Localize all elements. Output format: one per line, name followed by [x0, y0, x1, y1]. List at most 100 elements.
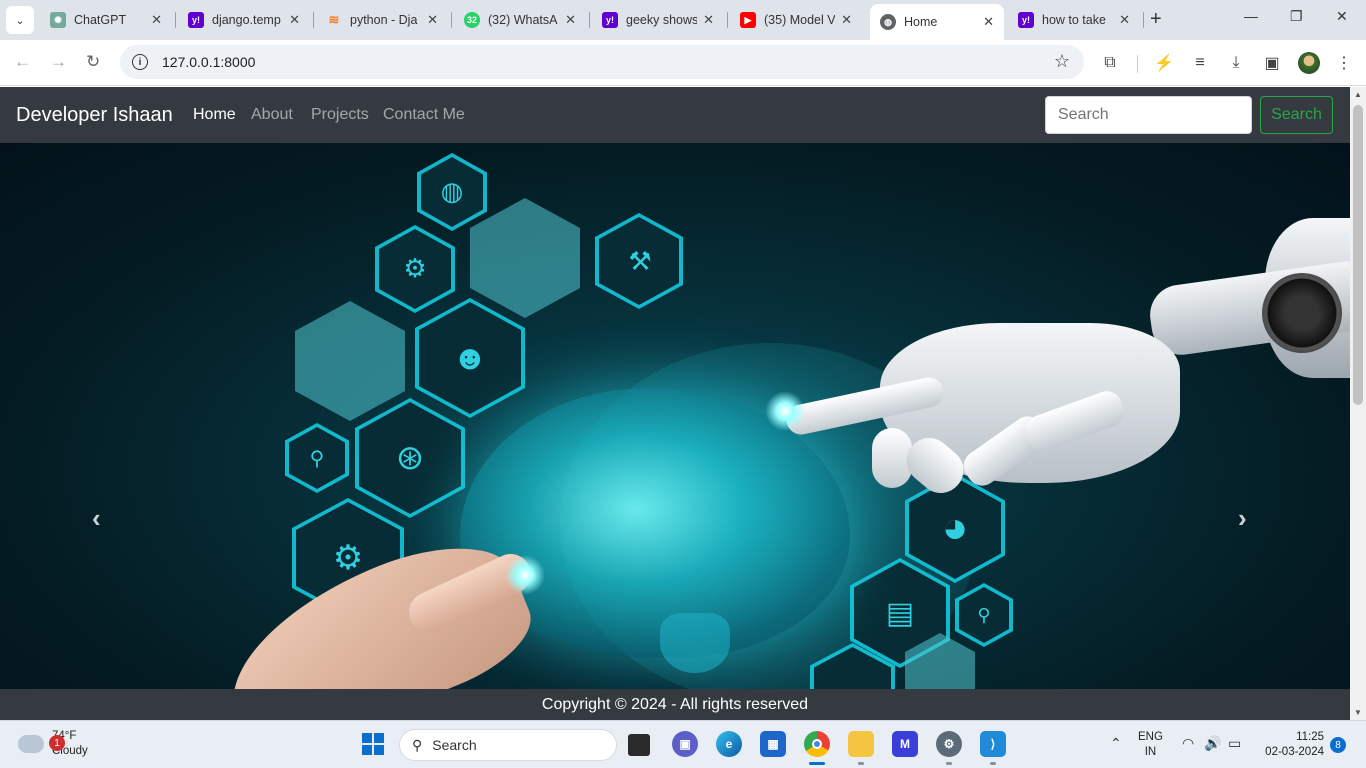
tab-title: geeky shows [626, 13, 698, 27]
pycharm-icon[interactable]: M [892, 731, 918, 757]
task-view-icon[interactable] [628, 734, 650, 756]
media-control-icon[interactable]: ≡ [1190, 53, 1210, 73]
wifi-icon[interactable]: ◠ [1182, 735, 1194, 752]
tab-title: ChatGPT [74, 13, 127, 27]
tab-youtube[interactable]: ▶ (35) Model V ✕ [730, 6, 862, 34]
hexagon-decoration [470, 198, 580, 318]
scroll-down-icon[interactable]: ▼ [1354, 708, 1362, 717]
minimize-icon[interactable]: — [1244, 8, 1258, 24]
close-icon[interactable]: ✕ [1119, 12, 1130, 28]
globe-icon: ◍ [880, 14, 896, 30]
scroll-thumb[interactable] [1353, 105, 1363, 405]
close-icon[interactable]: ✕ [151, 12, 162, 28]
menu-dots-icon[interactable]: ⋮ [1334, 53, 1354, 73]
teams-chat-icon[interactable]: ▣ [672, 731, 698, 757]
nav-about[interactable]: About [251, 106, 293, 124]
magnifier-gears-icon: ⚲ [309, 447, 325, 470]
close-icon[interactable]: ✕ [427, 12, 438, 28]
tab-stackoverflow[interactable]: ≋ python - Dja ✕ [316, 6, 448, 34]
address-bar[interactable]: i 127.0.0.1:8000 ☆ [120, 45, 1084, 79]
browser-toolbar: ← → ↻ i 127.0.0.1:8000 ☆ ⧉ ⚡ ≡ ⤓ ▣ ⋮ [0, 40, 1366, 86]
tab-django[interactable]: y! django.temp ✕ [178, 6, 310, 34]
tab-whatsapp[interactable]: 32 (32) WhatsA ✕ [454, 6, 586, 34]
forward-icon[interactable]: → [50, 52, 67, 72]
yahoo-icon: y! [188, 12, 204, 28]
clock[interactable]: 11:25 02-03-2024 [1258, 730, 1324, 760]
yahoo-icon: y! [602, 12, 618, 28]
tab-chatgpt[interactable]: ✺ ChatGPT ✕ [40, 6, 172, 34]
chevron-up-icon[interactable]: ⌃ [1110, 735, 1122, 752]
windows-taskbar: 1 74°F Cloudy ⚲ Search ▣ e ▦ M ⚙ ⟩ ⌃ ENG… [0, 720, 1366, 768]
scroll-up-icon[interactable]: ▲ [1354, 90, 1362, 99]
download-icon[interactable]: ⤓ [1226, 53, 1246, 73]
close-window-icon[interactable]: ✕ [1336, 8, 1348, 25]
notification-badge[interactable]: 8 [1330, 737, 1346, 753]
profile-avatar[interactable] [1298, 52, 1320, 74]
tab-how-to-take[interactable]: y! how to take ✕ [1008, 6, 1140, 34]
battery-icon[interactable]: ▭ [1228, 735, 1241, 752]
site-navbar: Developer Ishaan Home About Projects Con… [0, 87, 1350, 143]
edge-icon[interactable]: e [716, 731, 742, 757]
extensions-icon[interactable]: ⧉ [1100, 53, 1120, 73]
cloud-icon [18, 735, 44, 753]
glow-spark [505, 555, 545, 595]
youtube-icon: ▶ [740, 12, 756, 28]
browser-tab-strip: ⌄ ✺ ChatGPT ✕ y! django.temp ✕ ≋ python … [0, 0, 1366, 40]
vscode-icon[interactable]: ⟩ [980, 731, 1006, 757]
side-panel-icon[interactable]: ▣ [1262, 53, 1282, 73]
search-icon: ⚲ [412, 736, 423, 753]
close-icon[interactable]: ✕ [841, 12, 852, 28]
windows-start-icon[interactable] [362, 733, 384, 755]
hexagon-decoration [295, 301, 405, 421]
search-input[interactable] [1045, 96, 1252, 134]
bookmark-star-icon[interactable]: ☆ [1054, 51, 1070, 72]
nav-contact[interactable]: Contact Me [383, 106, 465, 124]
chatgpt-icon: ✺ [50, 12, 66, 28]
carousel-next-icon[interactable]: › [1238, 503, 1247, 534]
globe-icon: ◍ [440, 175, 464, 206]
head-gears-icon: ☻ [452, 338, 488, 377]
taskbar-search-label: Search [432, 737, 477, 753]
performance-icon[interactable]: ⚡ [1154, 53, 1174, 73]
tab-title: python - Dja [350, 13, 418, 27]
taskbar-search[interactable]: ⚲ Search [399, 729, 617, 761]
close-icon[interactable]: ✕ [289, 12, 300, 28]
close-icon[interactable]: ✕ [703, 12, 714, 28]
weather-widget[interactable]: 1 74°F Cloudy [18, 729, 88, 759]
reload-icon[interactable]: ↻ [86, 52, 100, 72]
restore-icon[interactable]: ❐ [1290, 8, 1303, 25]
glow-spark [765, 391, 805, 431]
tab-geeky-shows[interactable]: y! geeky shows ✕ [592, 6, 724, 34]
tab-title: (35) Model V [764, 13, 836, 27]
back-icon[interactable]: ← [14, 52, 31, 72]
store-icon[interactable]: ▦ [760, 731, 786, 757]
settings-gear-icon[interactable]: ⚙ [936, 731, 962, 757]
gears-icon: ⚙ [403, 252, 427, 283]
tab-title: django.temp [212, 13, 281, 27]
volume-icon[interactable]: 🔊 [1204, 735, 1221, 752]
analytics-magnifier-icon: ⚲ [977, 604, 991, 625]
new-tab-button[interactable]: + [1150, 8, 1162, 31]
chrome-icon[interactable] [804, 731, 830, 757]
nav-home[interactable]: Home [193, 106, 236, 124]
carousel-prev-icon[interactable]: ‹ [92, 503, 101, 534]
tab-title: how to take [1042, 13, 1106, 27]
pie-chart-icon: ◕ [941, 503, 969, 552]
dashboard-icon: ▤ [885, 596, 915, 630]
robot-head-icon: ⊛ [395, 439, 425, 477]
tab-home[interactable]: ◍ Home ✕ [870, 4, 1004, 40]
hero-carousel: ☻ ⊛ ⚙ ◍ ⚒ ⚲ ⚙ ◕ ▤ ⚲ ‹ › [0, 143, 1350, 689]
whatsapp-icon: 32 [464, 12, 480, 28]
close-icon[interactable]: ✕ [565, 12, 576, 28]
search-button[interactable]: Search [1260, 96, 1333, 134]
site-brand[interactable]: Developer Ishaan [16, 104, 173, 127]
yahoo-icon: y! [1018, 12, 1034, 28]
nav-projects[interactable]: Projects [311, 106, 369, 124]
close-icon[interactable]: ✕ [983, 14, 994, 30]
file-explorer-icon[interactable] [848, 731, 874, 757]
page-scrollbar[interactable]: ▲ ▼ [1350, 87, 1366, 720]
tab-search-button[interactable]: ⌄ [6, 6, 34, 34]
language-indicator[interactable]: ENG IN [1138, 730, 1163, 760]
url-text[interactable]: 127.0.0.1:8000 [162, 54, 255, 70]
site-info-icon[interactable]: i [132, 54, 148, 70]
